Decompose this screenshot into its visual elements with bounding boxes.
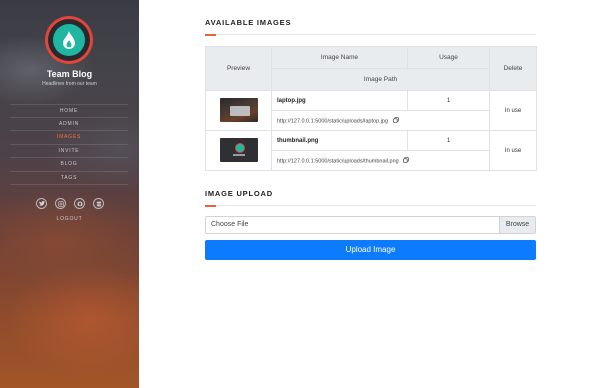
- twitter-icon[interactable]: [36, 198, 47, 209]
- nav-item-home[interactable]: HOME: [10, 104, 128, 118]
- image-path-cell: http://127.0.0.1:5000/static/uploads/lap…: [271, 110, 490, 131]
- instagram-icon[interactable]: [55, 198, 66, 209]
- section-divider: [205, 204, 536, 207]
- table-row: laptop.jpg 1 In use: [205, 90, 537, 131]
- github-icon[interactable]: [74, 198, 85, 209]
- column-header-preview: Preview: [205, 46, 272, 91]
- image-preview-cell: [205, 130, 272, 171]
- image-preview-laptop[interactable]: [219, 97, 258, 122]
- column-header-image-name: Image Name: [271, 46, 408, 69]
- image-usage-count: 1: [407, 90, 490, 111]
- image-usage-count: 1: [407, 130, 490, 151]
- image-status: In use: [489, 90, 537, 131]
- sidebar: Team Blog Headlines from our team HOME A…: [0, 0, 139, 388]
- nav-item-admin[interactable]: ADMIN: [10, 118, 128, 131]
- browse-button[interactable]: Browse: [499, 217, 535, 233]
- brand-tagline: Headlines from our team: [42, 81, 97, 87]
- image-path: http://127.0.0.1:5000/static/uploads/thu…: [277, 157, 399, 164]
- flame-icon: [63, 31, 75, 49]
- column-header-usage: Usage: [407, 46, 490, 69]
- copy-icon[interactable]: [403, 156, 409, 165]
- column-header-image-path: Image Path: [271, 68, 490, 91]
- sidebar-nav: HOME ADMIN IMAGES INVITE BLOG TAGS: [10, 104, 128, 185]
- nav-item-invite[interactable]: INVITE: [10, 145, 128, 158]
- logo[interactable]: [45, 16, 93, 64]
- images-table: Preview Image Name Usage Delete Image Pa…: [205, 46, 537, 171]
- logout-link[interactable]: LOGOUT: [0, 216, 139, 222]
- nav-item-tags[interactable]: TAGS: [10, 172, 128, 185]
- table-row: thumbnail.png 1 In use: [205, 130, 537, 171]
- social-links: [36, 198, 104, 209]
- image-preview-cell: [205, 90, 272, 131]
- image-upload-heading: IMAGE UPLOAD: [205, 189, 273, 198]
- database-icon[interactable]: [93, 198, 104, 209]
- image-path: http://127.0.0.1:5000/static/uploads/lap…: [277, 117, 388, 124]
- upload-image-button[interactable]: Upload Image: [205, 240, 536, 260]
- nav-item-images[interactable]: IMAGES: [10, 131, 128, 145]
- file-input-label[interactable]: Choose File: [206, 217, 499, 233]
- image-name: laptop.jpg: [271, 90, 408, 111]
- file-input[interactable]: Choose File Browse: [205, 216, 536, 234]
- image-status: In use: [489, 130, 537, 171]
- brand-name: Team Blog: [46, 69, 93, 79]
- nav-item-blog[interactable]: BLOG: [10, 158, 128, 172]
- available-images-heading: AVAILABLE IMAGES: [205, 18, 292, 27]
- image-preview-thumbnail[interactable]: [219, 137, 258, 162]
- column-header-delete: Delete: [489, 46, 537, 91]
- copy-icon[interactable]: [392, 116, 399, 125]
- image-name: thumbnail.png: [271, 130, 408, 151]
- image-path-cell: http://127.0.0.1:5000/static/uploads/thu…: [271, 150, 490, 171]
- section-divider: [205, 33, 536, 36]
